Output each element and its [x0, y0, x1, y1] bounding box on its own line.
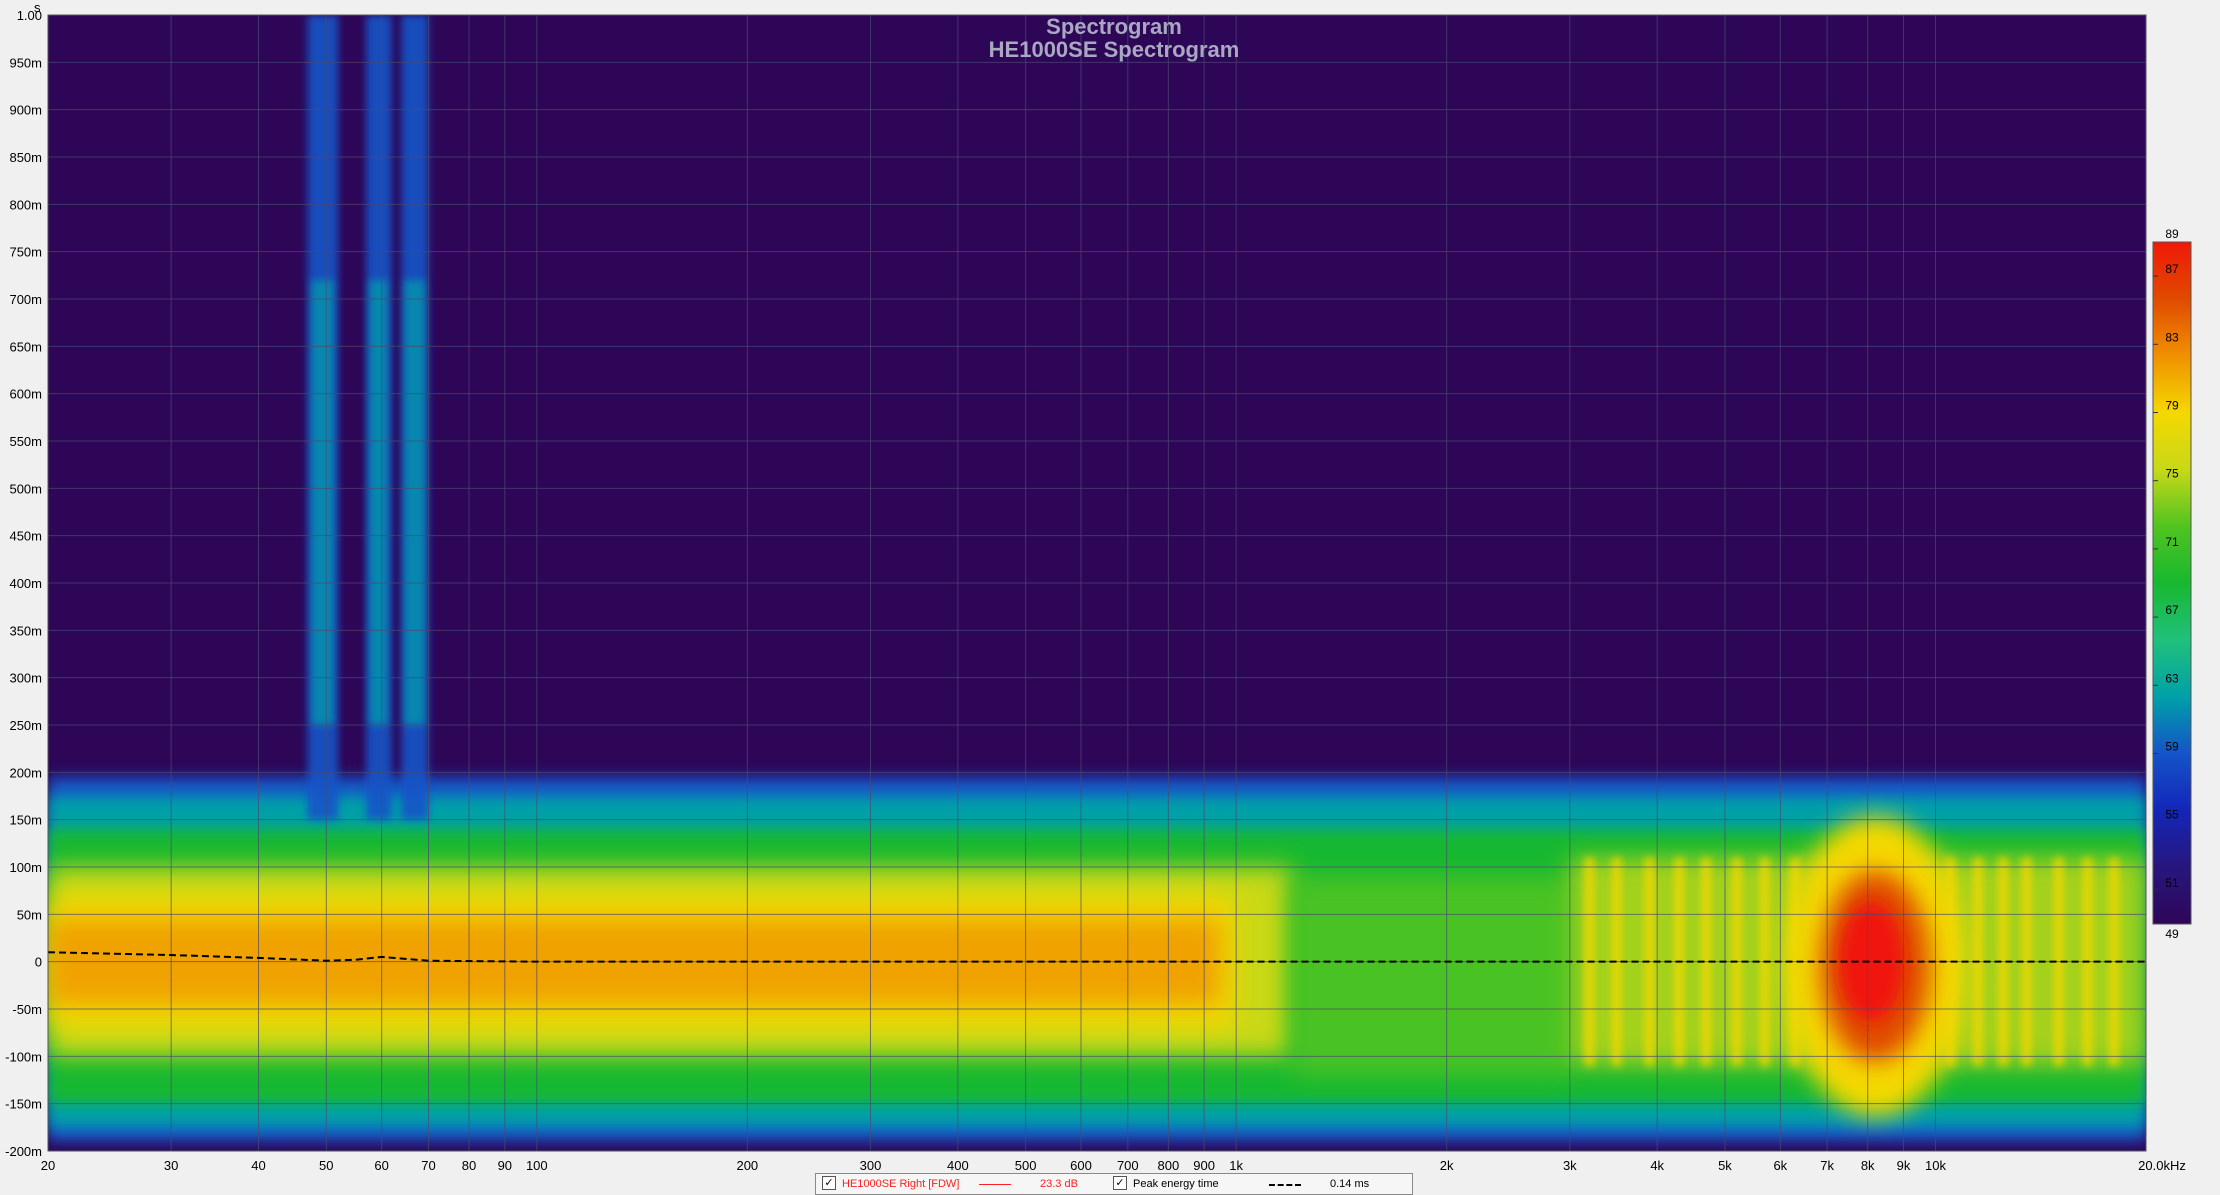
legend-line-solid	[979, 1184, 1011, 1185]
x-axis-ticks: 20 30 40 50 60 70 80 90 100 200 300 400 500 600 700 800…	[41, 1158, 2186, 1173]
y-tick-label: 900m	[9, 103, 42, 118]
y-tick-label: 800m	[9, 197, 42, 212]
x-tick-label: 20.0kHz	[2138, 1158, 2186, 1173]
y-tick-label: 400m	[9, 576, 42, 591]
colorbar-tick-label: 87	[2165, 262, 2179, 276]
y-tick-label: 950m	[9, 55, 42, 70]
x-tick-label: 200	[736, 1158, 758, 1173]
y-tick-label: 600m	[9, 387, 42, 402]
colorbar-tick-label: 67	[2165, 603, 2179, 617]
x-tick-label: 300	[860, 1158, 882, 1173]
y-tick-label: 250m	[9, 718, 42, 733]
series-1-checkbox[interactable]: ✓	[822, 1176, 836, 1190]
x-tick-label: 40	[251, 1158, 265, 1173]
heat-band-mid	[1291, 876, 1570, 1076]
x-tick-label: 1k	[1229, 1158, 1243, 1173]
x-tick-label: 900	[1193, 1158, 1215, 1173]
x-tick-label: 7k	[1820, 1158, 1834, 1173]
x-tick-label: 50	[319, 1158, 333, 1173]
y-tick-label: 750m	[9, 245, 42, 260]
y-tick-label: -100m	[5, 1049, 42, 1064]
x-tick-label: 30	[164, 1158, 178, 1173]
y-tick-label: 1.00	[17, 8, 42, 23]
colorbar-tick-label: 63	[2165, 671, 2179, 685]
y-tick-label: 300m	[9, 671, 42, 686]
x-tick-label: 70	[421, 1158, 435, 1173]
legend-item-label: Peak energy time	[1133, 1178, 1219, 1190]
chart-title: Spectrogram	[1046, 14, 1182, 39]
spectrogram-chart: s Spectrogram HE1000SE Spectrogram 20 30 4…	[5, 0, 2192, 1173]
legend-item-value: 0.14 ms	[1330, 1178, 1370, 1190]
x-tick-label: 800	[1158, 1158, 1180, 1173]
y-tick-label: -50m	[12, 1002, 42, 1017]
colorbar-tick-label: 49	[2165, 927, 2179, 941]
x-tick-label: 700	[1117, 1158, 1139, 1173]
x-tick-label: 8k	[1861, 1158, 1875, 1173]
colorbar-tick-label: 51	[2165, 876, 2179, 890]
y-tick-label: 700m	[9, 292, 42, 307]
colorbar-tick-label: 75	[2165, 467, 2179, 481]
x-tick-label: 20	[41, 1158, 55, 1173]
y-tick-label: 850m	[9, 150, 42, 165]
colorbar-tick-label: 59	[2165, 740, 2179, 754]
y-tick-label: 150m	[9, 813, 42, 828]
x-tick-label: 10k	[1925, 1158, 1946, 1173]
legend-line-dashed	[1269, 1184, 1301, 1186]
y-axis-ticks: 1.00 950m 900m 850m 800m 750m 700m 650m 600m 550m…	[5, 8, 42, 1159]
colorbar-tick-label: 89	[2165, 227, 2179, 241]
y-tick-label: -200m	[5, 1144, 42, 1159]
x-tick-label: 2k	[1440, 1158, 1454, 1173]
y-tick-label: 200m	[9, 765, 42, 780]
x-tick-label: 80	[462, 1158, 476, 1173]
colorbar-tick-label: 71	[2165, 535, 2179, 549]
x-tick-label: 9k	[1897, 1158, 1911, 1173]
y-tick-label: 500m	[9, 481, 42, 496]
y-tick-label: -150m	[5, 1097, 42, 1112]
legend-item-label: HE1000SE Right [FDW]	[842, 1178, 960, 1190]
y-tick-label: 550m	[9, 434, 42, 449]
y-tick-label: 100m	[9, 860, 42, 875]
colorbar-tick-label: 79	[2165, 399, 2179, 413]
colorbar-tick-label: 55	[2165, 808, 2179, 822]
x-tick-label: 500	[1015, 1158, 1037, 1173]
x-tick-label: 5k	[1718, 1158, 1732, 1173]
x-tick-label: 3k	[1563, 1158, 1577, 1173]
y-tick-label: 450m	[9, 529, 42, 544]
legend-box: ✓ HE1000SE Right [FDW] 23.3 dB ✓ Peak en…	[815, 1173, 1413, 1195]
y-tick-label: 0	[35, 955, 42, 970]
y-tick-label: 50m	[17, 907, 42, 922]
x-tick-label: 100	[526, 1158, 548, 1173]
y-tick-label: 350m	[9, 623, 42, 638]
y-tick-label: 650m	[9, 339, 42, 354]
colorbar-tick-label: 83	[2165, 330, 2179, 344]
x-tick-label: 90	[498, 1158, 512, 1173]
series-2-checkbox[interactable]: ✓	[1113, 1176, 1127, 1190]
x-tick-label: 400	[947, 1158, 969, 1173]
x-tick-label: 4k	[1650, 1158, 1664, 1173]
legend-item-value: 23.3 dB	[1040, 1178, 1078, 1190]
x-tick-label: 600	[1070, 1158, 1092, 1173]
chart-subtitle: HE1000SE Spectrogram	[989, 37, 1240, 62]
x-tick-label: 6k	[1773, 1158, 1787, 1173]
x-tick-label: 60	[374, 1158, 388, 1173]
